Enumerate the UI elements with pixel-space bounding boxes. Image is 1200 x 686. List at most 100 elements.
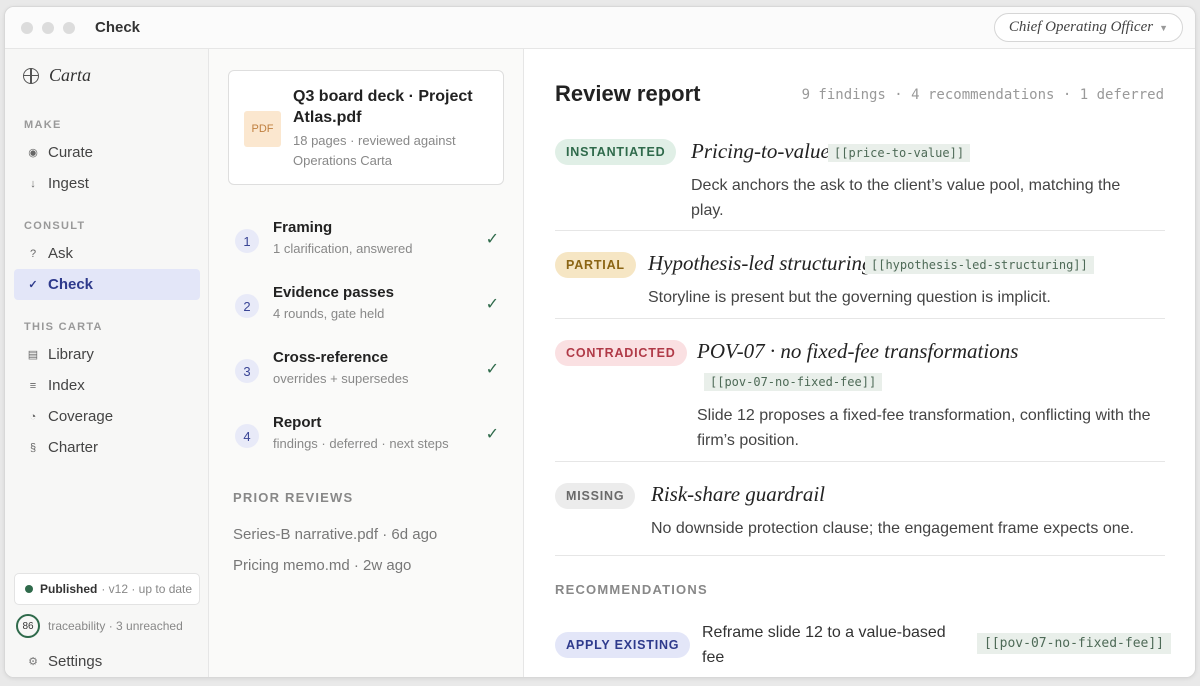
status-badge: PARTIAL xyxy=(555,252,636,278)
arrow-down-icon: ↓ xyxy=(30,177,36,190)
step-subtitle: findings · deferred · next steps xyxy=(273,436,449,451)
close-window-button[interactable] xyxy=(21,21,33,34)
traceability-indicator[interactable]: 86 traceability · 3 unreached xyxy=(16,614,183,638)
sidebar-item-check[interactable]: ✓ Check xyxy=(14,269,200,300)
sidebar-item-label: Settings xyxy=(48,652,103,670)
step-title: Framing xyxy=(273,219,333,236)
finding-tag[interactable]: [[pov-07-no-fixed-fee]] xyxy=(704,373,883,391)
finding-title: POV-07 · no fixed-fee transformations xyxy=(697,339,1019,363)
brand-name: Carta xyxy=(49,65,92,85)
sidebar-item-label: Index xyxy=(48,377,85,394)
checkmark-icon: ✓ xyxy=(485,426,499,443)
prior-review-item[interactable]: Pricing memo.md · 2w ago xyxy=(233,557,411,574)
step-number: 3 xyxy=(235,359,259,383)
gear-icon: ⚙ xyxy=(28,655,38,668)
finding-row[interactable]: INSTANTIATED Pricing-to-value [[price-to… xyxy=(555,131,1165,231)
role-selector-value: Chief Operating Officer xyxy=(1008,19,1154,35)
step-subtitle: 4 rounds, gate held xyxy=(273,306,385,321)
traceability-score: 86 xyxy=(16,614,40,638)
section-label-consult: CONSULT xyxy=(24,220,86,232)
role-selector[interactable]: Chief Operating Officer ▼ xyxy=(993,13,1183,42)
step-subtitle: 1 clarification, answered xyxy=(273,241,413,256)
finding-title: Pricing-to-value xyxy=(691,139,830,163)
sidebar-item-label: Coverage xyxy=(48,408,114,425)
status-badge: MISSING xyxy=(555,483,636,509)
status-badge: CONTRADICTED xyxy=(555,340,687,366)
review-report-panel: Review report 9 findings · 4 recommendat… xyxy=(524,49,1195,677)
sidebar: Carta MAKE ◉ Curate ↓ Ingest CONSULT ? A… xyxy=(5,49,209,677)
coverage-icon: ◔ xyxy=(29,410,37,423)
sidebar-item-label: Ask xyxy=(48,245,74,262)
status-dot-icon xyxy=(25,585,33,593)
document-title: Q3 board deck · Project Atlas.pdf xyxy=(293,88,473,126)
prior-review-item[interactable]: Series-B narrative.pdf · 6d ago xyxy=(233,526,437,543)
sidebar-item-label: Library xyxy=(48,346,94,363)
step-subtitle: overrides + supersedes xyxy=(273,371,409,386)
finding-row[interactable]: PARTIAL Hypothesis-led structuring [[hyp… xyxy=(555,231,1165,319)
finding-row[interactable]: MISSING Risk-share guardrail No downside… xyxy=(555,462,1165,556)
publish-detail: · v12 · up to date xyxy=(101,582,193,596)
step-title: Evidence passes xyxy=(273,284,394,301)
checkmark-icon: ✓ xyxy=(485,361,499,378)
sidebar-item-ask[interactable]: ? Ask xyxy=(14,238,200,269)
checkmark-icon: ✓ xyxy=(485,231,499,248)
document-card[interactable]: PDF Q3 board deck · Project Atlas.pdf 18… xyxy=(228,70,504,185)
library-icon: ▤ xyxy=(27,349,39,361)
step-report[interactable]: 4 Report findings · deferred · next step… xyxy=(235,414,505,458)
app-window: Check Chief Operating Officer ▼ Carta MA… xyxy=(4,6,1196,678)
sidebar-item-label: Curate xyxy=(48,144,94,161)
report-stats: 9 findings · 4 recommendations · 1 defer… xyxy=(801,87,1164,103)
window-title: Check xyxy=(95,19,141,36)
brand[interactable]: Carta xyxy=(23,65,91,86)
finding-title: Risk-share guardrail xyxy=(651,482,826,506)
question-icon: ? xyxy=(29,247,37,260)
carta-logo-icon xyxy=(23,67,39,84)
apply-existing-badge[interactable]: APPLY EXISTING xyxy=(555,632,691,658)
step-number: 2 xyxy=(235,294,259,318)
sidebar-item-index[interactable]: ≡ Index xyxy=(14,370,200,401)
finding-tag[interactable]: [[hypothesis-led-structuring]] xyxy=(865,256,1094,274)
sidebar-item-library[interactable]: ▤ Library xyxy=(14,339,200,370)
recommendation-text: Reframe slide 12 to a value-based fee xyxy=(702,624,946,666)
step-title: Report xyxy=(273,414,322,431)
maximize-window-button[interactable] xyxy=(63,21,75,34)
sidebar-item-label: Charter xyxy=(48,439,99,456)
document-subtitle: 18 pages · reviewed against Operations C… xyxy=(293,133,456,168)
sidebar-item-ingest[interactable]: ↓ Ingest xyxy=(14,168,200,199)
step-title: Cross-reference xyxy=(273,349,389,366)
step-evidence-passes[interactable]: 2 Evidence passes 4 rounds, gate held ✓ xyxy=(235,284,505,328)
check-icon: ✓ xyxy=(28,279,38,291)
titlebar: Check Chief Operating Officer ▼ xyxy=(5,7,1195,49)
sparkle-icon: ◉ xyxy=(28,147,38,159)
minimize-window-button[interactable] xyxy=(42,21,54,34)
finding-description: Storyline is present but the governing q… xyxy=(648,289,1051,306)
sidebar-item-label: Ingest xyxy=(48,175,89,192)
step-framing[interactable]: 1 Framing 1 clarification, answered ✓ xyxy=(235,219,505,263)
publish-state: Published xyxy=(40,582,98,596)
section-label-this-carta: THIS CARTA xyxy=(24,321,103,333)
finding-tag[interactable]: [[price-to-value]] xyxy=(828,144,971,162)
chevron-down-icon: ▼ xyxy=(1159,22,1168,33)
step-number: 1 xyxy=(235,229,259,253)
finding-description: Deck anchors the ask to the client’s val… xyxy=(691,177,1121,219)
status-badge: INSTANTIATED xyxy=(555,139,677,165)
section-icon: § xyxy=(29,441,37,454)
window-controls xyxy=(21,21,75,34)
review-pipeline-panel: PDF Q3 board deck · Project Atlas.pdf 18… xyxy=(209,49,524,677)
step-number: 4 xyxy=(235,424,259,448)
sidebar-item-coverage[interactable]: ◔ Coverage xyxy=(14,401,200,432)
sidebar-item-curate[interactable]: ◉ Curate xyxy=(14,137,200,168)
index-icon: ≡ xyxy=(29,379,37,392)
sidebar-item-label: Check xyxy=(48,276,94,293)
section-label-make: MAKE xyxy=(24,119,62,131)
finding-row[interactable]: CONTRADICTED POV-07 · no fixed-fee trans… xyxy=(555,319,1165,462)
finding-description: No downside protection clause; the engag… xyxy=(651,520,1134,537)
recommendation-tag[interactable]: [[pov-07-no-fixed-fee]] xyxy=(977,633,1172,654)
sidebar-item-settings[interactable]: ⚙ Settings xyxy=(14,646,102,676)
checkmark-icon: ✓ xyxy=(485,296,499,313)
step-cross-reference[interactable]: 3 Cross-reference overrides + supersedes… xyxy=(235,349,505,393)
finding-description: Slide 12 proposes a fixed-fee transforma… xyxy=(697,407,1151,449)
publish-status[interactable]: Published · v12 · up to date xyxy=(14,573,200,605)
recommendations-heading: RECOMMENDATIONS xyxy=(555,582,708,597)
sidebar-item-charter[interactable]: § Charter xyxy=(14,432,200,463)
